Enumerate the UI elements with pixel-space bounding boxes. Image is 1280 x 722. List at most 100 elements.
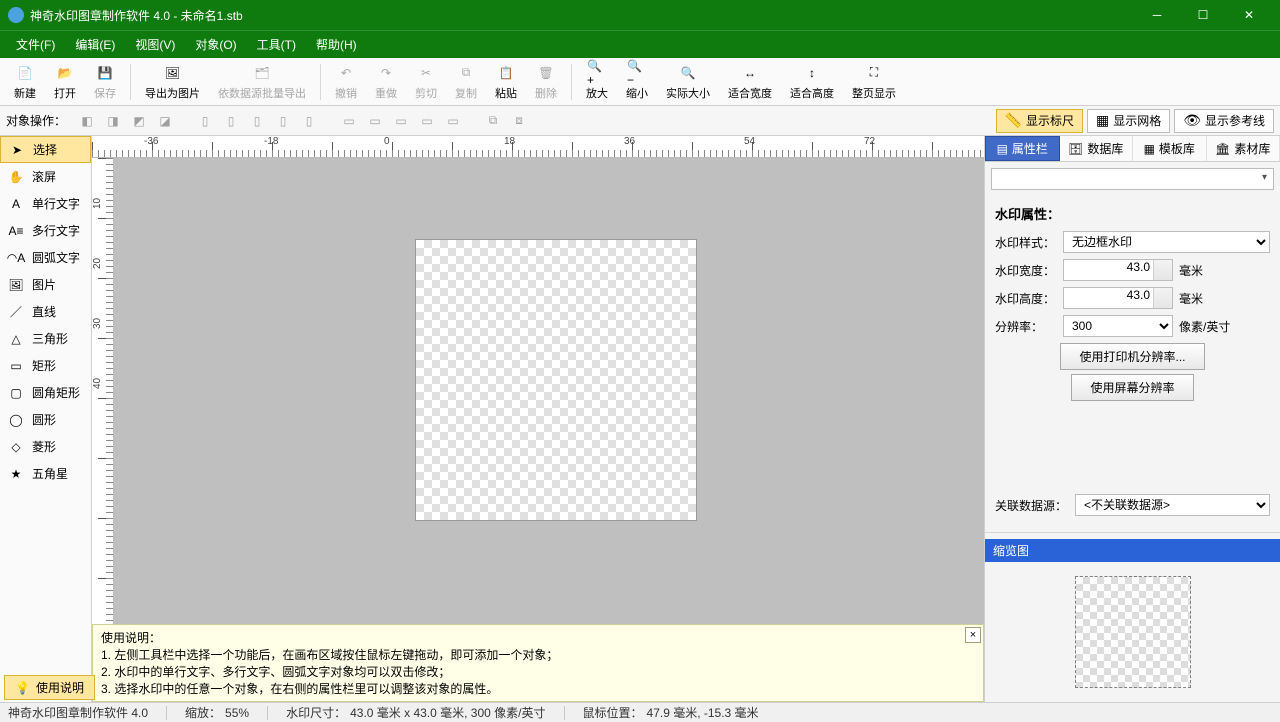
show-grid-icon: ▦	[1096, 112, 1109, 129]
tool-triangle[interactable]: △三角形	[0, 325, 91, 352]
menu-帮助(H)[interactable]: 帮助(H)	[306, 32, 367, 57]
tool-ellipse[interactable]: ◯圆形	[0, 406, 91, 433]
zoom-in-icon: 🔍+	[587, 63, 607, 83]
maximize-button[interactable]: ☐	[1180, 0, 1226, 30]
open-icon: 📂	[55, 63, 75, 83]
artboard[interactable]	[416, 240, 696, 520]
status-zoom: 55%	[225, 706, 249, 720]
thumbnail-title: 缩览图	[985, 539, 1280, 562]
menubar: 文件(F)编辑(E)视图(V)对象(O)工具(T)帮助(H)	[0, 30, 1280, 58]
triangle-icon: △	[8, 331, 24, 347]
batch-export-button: 🗂依数据源批量导出	[210, 60, 314, 104]
tool-pan[interactable]: ✋滚屏	[0, 163, 91, 190]
layer-icon: ◪	[152, 109, 178, 133]
copy-button: ⧉复制	[447, 60, 485, 104]
show-guides-icon: 👁	[1183, 112, 1201, 129]
copy-icon: ⧉	[456, 63, 476, 83]
align-icon: ▯	[296, 109, 322, 133]
layer-icon: ◩	[126, 109, 152, 133]
tool-text-multi[interactable]: A≡多行文字	[0, 217, 91, 244]
tab-icon: ▦	[1144, 142, 1155, 156]
canvas-area[interactable]	[114, 158, 984, 624]
tool-round-rect[interactable]: ▢圆角矩形	[0, 379, 91, 406]
fit-height-icon: ↕	[802, 63, 822, 83]
width-input[interactable]: 43.0▴▾	[1063, 259, 1173, 281]
menu-对象(O)[interactable]: 对象(O)	[185, 32, 246, 57]
ungroup-icon: ⧈	[506, 109, 532, 133]
tab-模板库[interactable]: ▦模板库	[1133, 136, 1207, 161]
fit-width-icon: ↔	[740, 63, 760, 83]
text-multi-icon: A≡	[8, 223, 24, 239]
tool-rect[interactable]: ▭矩形	[0, 352, 91, 379]
menu-文件(F)[interactable]: 文件(F)	[6, 32, 65, 57]
image-icon: 🖼	[8, 277, 24, 293]
cut-button: ✂剪切	[407, 60, 445, 104]
delete-icon: 🗑	[536, 63, 556, 83]
height-unit: 毫米	[1179, 290, 1203, 307]
menu-编辑(E)[interactable]: 编辑(E)	[65, 32, 125, 57]
zoom-out-icon: 🔍−	[627, 63, 647, 83]
tool-diamond[interactable]: ◇菱形	[0, 433, 91, 460]
tool-select[interactable]: ➤选择	[0, 136, 91, 163]
minimize-button[interactable]: ─	[1134, 0, 1180, 30]
zoom-out-button[interactable]: 🔍−缩小	[618, 60, 656, 104]
diamond-icon: ◇	[8, 439, 24, 455]
close-button[interactable]: ✕	[1226, 0, 1272, 30]
datasource-select[interactable]: <不关联数据源>	[1075, 494, 1270, 516]
new-button[interactable]: 📄新建	[6, 60, 44, 104]
fit-page-button[interactable]: ⛶整页显示	[844, 60, 904, 104]
tool-image[interactable]: 🖼图片	[0, 271, 91, 298]
export-image-icon: 🖼	[163, 63, 183, 83]
fit-page-icon: ⛶	[864, 63, 884, 83]
tab-属性栏[interactable]: ▤属性栏	[985, 136, 1060, 161]
thumbnail	[1075, 576, 1191, 688]
use-screen-dpi-button[interactable]: 使用屏幕分辨率	[1071, 374, 1193, 401]
redo-icon: ↷	[376, 63, 396, 83]
rect-icon: ▭	[8, 358, 24, 374]
menu-视图(V)[interactable]: 视图(V)	[125, 32, 185, 57]
fit-width-button[interactable]: ↔适合宽度	[720, 60, 780, 104]
tool-line[interactable]: ／直线	[0, 298, 91, 325]
height-input[interactable]: 43.0▴▾	[1063, 287, 1173, 309]
bulb-icon: 💡	[15, 681, 30, 695]
tab-素材库[interactable]: 🏛素材库	[1207, 136, 1280, 161]
object-selector-combo[interactable]	[991, 168, 1274, 190]
open-button[interactable]: 📂打开	[46, 60, 84, 104]
main-toolbar: 📄新建📂打开💾保存🖼导出为图片🗂依数据源批量导出↶撤销↷重做✂剪切⧉复制📋粘贴🗑…	[0, 58, 1280, 106]
tab-icon: 🗄	[1068, 142, 1083, 156]
align-right-icon: ▯	[244, 109, 270, 133]
status-size: 43.0 毫米 x 43.0 毫米, 300 像素/英寸	[350, 704, 545, 721]
dpi-select[interactable]: 300	[1063, 315, 1173, 337]
close-icon[interactable]: ×	[965, 627, 981, 643]
zoom-actual-icon: 🔍	[678, 63, 698, 83]
menu-工具(T)[interactable]: 工具(T)	[247, 32, 306, 57]
tool-text-single[interactable]: A单行文字	[0, 190, 91, 217]
help-line: 1. 左侧工具栏中选择一个功能后，在画布区域按住鼠标左键拖动，即可添加一个对象；	[101, 646, 975, 663]
show-ruler-toggle[interactable]: 📏显示标尺	[996, 109, 1083, 133]
help-line: 2. 水印中的单行文字、多行文字、圆弧文字对象均可以双击修改；	[101, 663, 975, 680]
show-ruler-icon: 📏	[1005, 112, 1022, 129]
fit-height-button[interactable]: ↕适合高度	[782, 60, 842, 104]
zoom-in-button[interactable]: 🔍+放大	[578, 60, 616, 104]
export-image-button[interactable]: 🖼导出为图片	[137, 60, 208, 104]
tool-star[interactable]: ★五角星	[0, 460, 91, 487]
show-grid-toggle[interactable]: ▦显示网格	[1087, 109, 1170, 133]
tool-text-arc[interactable]: ◠A圆弧文字	[0, 244, 91, 271]
use-printer-dpi-button[interactable]: 使用打印机分辨率...	[1060, 343, 1204, 370]
style-select[interactable]: 无边框水印	[1063, 231, 1270, 253]
align-icon: ▯	[270, 109, 296, 133]
paste-button[interactable]: 📋粘贴	[487, 60, 525, 104]
width-unit: 毫米	[1179, 262, 1203, 279]
tab-数据库[interactable]: 🗄数据库	[1060, 136, 1134, 161]
zoom-actual-button[interactable]: 🔍实际大小	[658, 60, 718, 104]
help-toggle-button[interactable]: 💡 使用说明	[4, 675, 95, 700]
dpi-label: 分辨率：	[995, 318, 1057, 335]
titlebar: 神奇水印图章制作软件 4.0 - 未命名1.stb ─ ☐ ✕	[0, 0, 1280, 30]
object-ops-bar: 对象操作： ◧ ◨ ◩ ◪ ▯ ▯ ▯ ▯ ▯ ▭ ▭ ▭ ▭ ▭ ⧉ ⧈ 📏显…	[0, 106, 1280, 136]
app-icon	[8, 7, 24, 23]
show-guides-toggle[interactable]: 👁显示参考线	[1174, 109, 1274, 133]
group-icon: ⧉	[480, 109, 506, 133]
datasource-label: 关联数据源：	[995, 497, 1069, 514]
tab-icon: ▤	[997, 142, 1008, 156]
select-icon: ➤	[9, 142, 25, 158]
